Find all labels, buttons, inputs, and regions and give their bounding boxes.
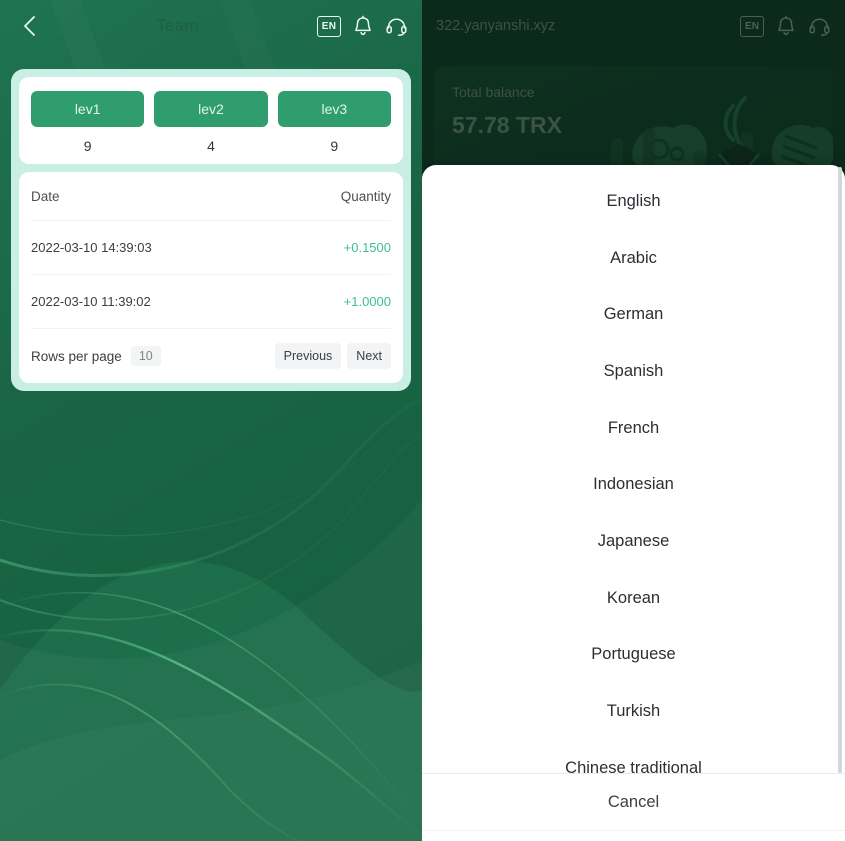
cell-date: 2022-03-10 11:39:02: [31, 294, 151, 309]
language-option-korean[interactable]: Korean: [422, 570, 845, 627]
language-picker-sheet: English Arabic German Spanish French Ind…: [422, 165, 845, 841]
rows-per-page-label: Rows per page: [31, 348, 122, 364]
language-option-list: English Arabic German Spanish French Ind…: [422, 165, 845, 773]
language-option-japanese[interactable]: Japanese: [422, 513, 845, 570]
next-page-button[interactable]: Next: [347, 343, 391, 369]
chevron-left-icon: [23, 16, 35, 36]
level-button-lev3[interactable]: lev3: [277, 91, 391, 127]
language-option-english[interactable]: English: [422, 173, 845, 230]
language-option-turkish[interactable]: Turkish: [422, 683, 845, 740]
language-option-german[interactable]: German: [422, 286, 845, 343]
rows-per-page-value[interactable]: 10: [130, 346, 161, 366]
header-actions: EN: [317, 15, 408, 37]
level-column: lev2 4: [154, 91, 268, 154]
table-row: 2022-03-10 14:39:03 +0.1500: [31, 221, 391, 275]
language-option-arabic[interactable]: Arabic: [422, 230, 845, 287]
cancel-button[interactable]: Cancel: [422, 774, 845, 830]
column-header-quantity: Quantity: [340, 188, 391, 204]
language-option-chinese-traditional[interactable]: Chinese traditional: [422, 740, 845, 773]
level-button-lev2[interactable]: lev2: [154, 91, 268, 127]
headset-icon[interactable]: [385, 15, 408, 37]
page-title: Team: [156, 16, 199, 35]
screen-root: Team EN lev1 9 lev2 4 lev3 9 Date Quanti…: [0, 0, 845, 841]
level-button-lev1[interactable]: lev1: [31, 91, 145, 127]
cell-date: 2022-03-10 14:39:03: [31, 240, 152, 255]
level-count-lev3: 9: [330, 138, 339, 154]
level-summary: lev1 9 lev2 4 lev3 9: [19, 77, 403, 164]
column-header-date: Date: [31, 188, 60, 204]
level-count-lev2: 4: [207, 138, 215, 154]
language-option-indonesian[interactable]: Indonesian: [422, 456, 845, 513]
records-table: Date Quantity 2022-03-10 14:39:03 +0.150…: [19, 172, 403, 383]
language-option-french[interactable]: French: [422, 400, 845, 457]
table-header-row: Date Quantity: [31, 172, 391, 221]
bell-icon[interactable]: [353, 15, 373, 37]
pagination-bar: Rows per page 10 Previous Next: [31, 329, 391, 383]
team-panel: Team EN lev1 9 lev2 4 lev3 9 Date Quanti…: [0, 0, 422, 841]
team-card: lev1 9 lev2 4 lev3 9 Date Quantity 2022-…: [11, 69, 411, 391]
wallet-panel: 322.yanyanshi.xyz EN: [422, 0, 845, 841]
table-row: 2022-03-10 11:39:02 +1.0000: [31, 275, 391, 329]
cell-quantity: +0.1500: [343, 240, 391, 255]
team-header: Team EN: [0, 0, 422, 52]
sheet-bottom-padding: [422, 830, 845, 841]
language-option-portuguese[interactable]: Portuguese: [422, 627, 845, 684]
level-column: lev1 9: [31, 91, 145, 154]
vertical-scrollbar[interactable]: [838, 167, 842, 773]
level-count-lev1: 9: [83, 138, 92, 154]
cell-quantity: +1.0000: [343, 294, 391, 309]
language-option-spanish[interactable]: Spanish: [422, 343, 845, 400]
level-column: lev3 9: [277, 91, 391, 154]
previous-page-button[interactable]: Previous: [274, 343, 342, 369]
language-badge[interactable]: EN: [317, 15, 341, 37]
